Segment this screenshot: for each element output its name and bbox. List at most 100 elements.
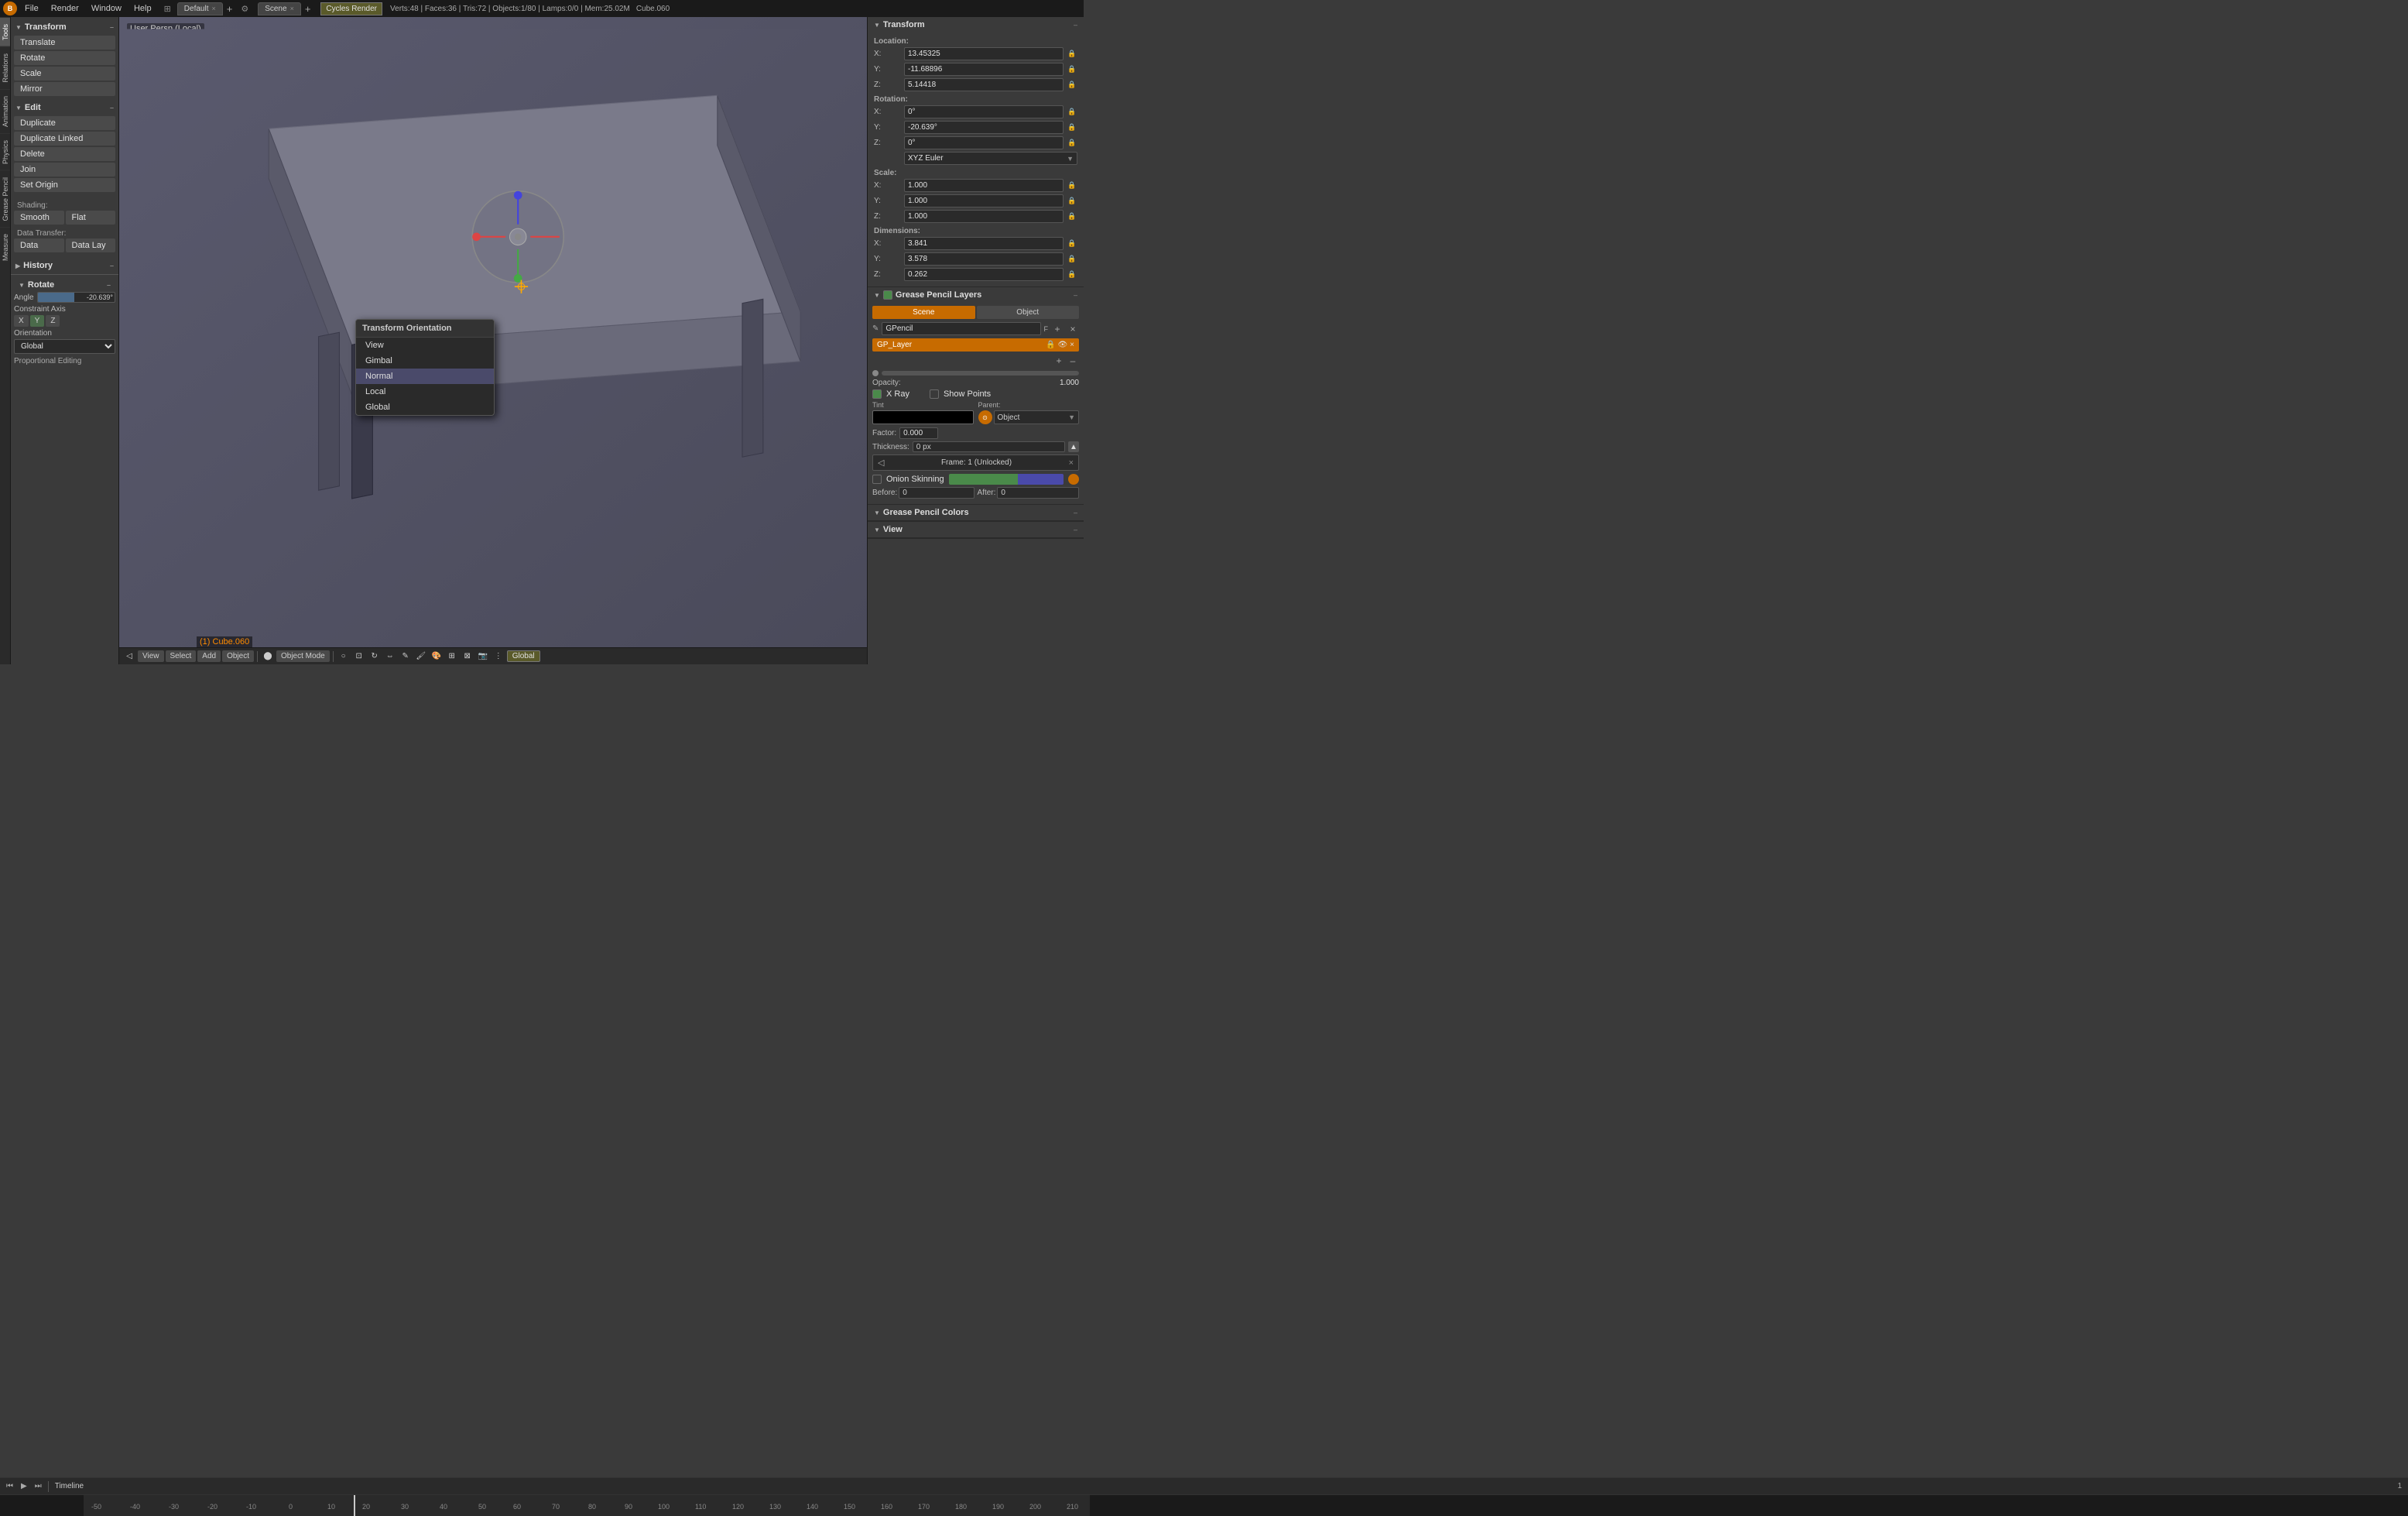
rot-icon[interactable]: ↻: [368, 650, 382, 664]
duplicate-btn[interactable]: Duplicate: [14, 116, 115, 130]
gp-colors-header[interactable]: ▼ Grease Pencil Colors –: [868, 505, 1084, 521]
menu-window[interactable]: Window: [87, 2, 126, 15]
gp-layer-row[interactable]: GP_Layer 🔒 👁 ×: [872, 338, 1079, 352]
dim-z-lock[interactable]: 🔒: [1067, 270, 1077, 279]
history-header[interactable]: ▶ History –: [11, 259, 118, 273]
dim-z-value[interactable]: 0.262: [904, 268, 1064, 281]
tab-scene[interactable]: Scene ×: [258, 2, 301, 15]
gp-pencil-icon[interactable]: ✎: [872, 324, 879, 333]
tint-color-swatch[interactable]: [872, 410, 974, 424]
frame-add-icon[interactable]: ◁: [878, 458, 884, 468]
rotate-btn[interactable]: Rotate: [14, 51, 115, 65]
layer-eye-icon[interactable]: 👁: [1057, 341, 1067, 349]
x-ray-checkbox[interactable]: [872, 389, 882, 399]
join-btn[interactable]: Join: [14, 163, 115, 177]
view-pin[interactable]: –: [1074, 526, 1077, 533]
scale-x-value[interactable]: 1.000: [904, 179, 1064, 192]
loc-y-value[interactable]: -11.68896: [904, 63, 1064, 76]
gp-move-up-btn[interactable]: +: [1053, 355, 1065, 367]
brush-icon[interactable]: 🖌: [414, 650, 428, 664]
data-lay-btn[interactable]: Data Lay: [66, 238, 116, 252]
gp-pencil-remove-btn[interactable]: ×: [1067, 323, 1079, 335]
rot-x-lock[interactable]: 🔒: [1067, 108, 1077, 116]
onion-icon[interactable]: [1068, 474, 1079, 485]
timeline-end-btn[interactable]: ⏭: [32, 1481, 45, 1491]
mirror-btn[interactable]: Mirror: [14, 82, 115, 96]
translate-btn[interactable]: Translate: [14, 36, 115, 50]
loc-x-lock[interactable]: 🔒: [1067, 50, 1077, 58]
layer-lock-icon[interactable]: 🔒: [1046, 341, 1055, 349]
opacity-bar[interactable]: [882, 371, 1079, 376]
timeline-icon[interactable]: ⏮: [3, 1481, 16, 1491]
edit-header[interactable]: ▼ Edit –: [11, 101, 118, 115]
dim-y-lock[interactable]: 🔒: [1067, 255, 1077, 263]
rot-y-value[interactable]: -20.639°: [904, 121, 1064, 134]
transform-pin-icon[interactable]: –: [110, 23, 114, 31]
frame-close-icon[interactable]: ×: [1069, 458, 1074, 468]
tab-default[interactable]: Default ×: [177, 2, 223, 15]
after-value[interactable]: 0: [997, 487, 1079, 499]
render-icon[interactable]: ⊠: [461, 650, 474, 664]
duplicate-linked-btn[interactable]: Duplicate Linked: [14, 132, 115, 146]
frame-icon[interactable]: ⊞: [445, 650, 459, 664]
axis-y-btn[interactable]: Y: [30, 315, 45, 327]
popup-item-global[interactable]: Global: [356, 400, 494, 415]
camera-icon[interactable]: 📷: [476, 650, 490, 664]
axis-x-btn[interactable]: X: [14, 315, 29, 327]
left-tab-physics[interactable]: Physics: [0, 133, 10, 170]
viewport[interactable]: User Persp (Local): [119, 17, 867, 664]
history-pin-icon[interactable]: –: [110, 262, 114, 269]
prop-transform-header[interactable]: ▼ Transform –: [868, 17, 1084, 33]
gp-colors-pin[interactable]: –: [1074, 509, 1077, 516]
snap-icon[interactable]: ⊡: [352, 650, 366, 664]
layer-x-icon[interactable]: ×: [1070, 341, 1074, 349]
dim-x-lock[interactable]: 🔒: [1067, 239, 1077, 248]
loc-z-lock[interactable]: 🔒: [1067, 81, 1077, 89]
transform-header[interactable]: ▼ Transform –: [11, 20, 118, 34]
scale-btn[interactable]: Scale: [14, 67, 115, 81]
axis-z-btn[interactable]: Z: [46, 315, 60, 327]
gp-layers-header[interactable]: ▼ Grease Pencil Layers –: [868, 287, 1084, 303]
gp-move-down-btn[interactable]: –: [1067, 355, 1079, 367]
rot-z-lock[interactable]: 🔒: [1067, 139, 1077, 147]
toggle-left-panel-icon[interactable]: ◁: [122, 650, 136, 664]
left-tab-animation[interactable]: Animation: [0, 89, 10, 133]
rot-mode-value[interactable]: XYZ Euler ▼: [904, 152, 1077, 165]
gp-layers-checkbox[interactable]: [883, 290, 892, 300]
thickness-up-btn[interactable]: ▲: [1068, 441, 1079, 452]
angle-slider[interactable]: -20.639°: [37, 292, 115, 303]
view-btn[interactable]: View: [138, 650, 164, 662]
popup-item-normal[interactable]: Normal: [356, 369, 494, 384]
factor-value[interactable]: 0.000: [899, 427, 938, 439]
gp-tab-scene[interactable]: Scene: [872, 306, 975, 319]
popup-item-local[interactable]: Local: [356, 384, 494, 400]
scale-y-value[interactable]: 1.000: [904, 194, 1064, 208]
scene-close[interactable]: ×: [290, 5, 294, 12]
rot-z-value[interactable]: 0°: [904, 136, 1064, 149]
loc-x-value[interactable]: 13.45325: [904, 47, 1064, 60]
gp-pencil-name-field[interactable]: [882, 322, 1040, 335]
popup-item-gimbal[interactable]: Gimbal: [356, 353, 494, 369]
global-btn[interactable]: Global: [507, 650, 540, 662]
loc-z-value[interactable]: 5.14418: [904, 78, 1064, 91]
left-tab-grease-pencil[interactable]: Grease Pencil: [0, 170, 10, 228]
delete-btn[interactable]: Delete: [14, 147, 115, 161]
prop-transform-pin[interactable]: –: [1074, 21, 1077, 29]
play-btn[interactable]: ▶: [18, 1481, 30, 1491]
scale-z-value[interactable]: 1.000: [904, 210, 1064, 223]
dim-y-value[interactable]: 3.578: [904, 252, 1064, 266]
parent-field[interactable]: Object ▼: [994, 410, 1080, 424]
more-icon[interactable]: ⋮: [492, 650, 505, 664]
gp-layers-pin[interactable]: –: [1074, 291, 1077, 299]
onion-checkbox[interactable]: [872, 475, 882, 484]
object-btn[interactable]: Object: [222, 650, 254, 662]
select-btn[interactable]: Select: [166, 650, 197, 662]
parent-type-icon[interactable]: ⊙: [978, 410, 992, 424]
add-btn[interactable]: Add: [197, 650, 221, 662]
popup-item-view[interactable]: View: [356, 338, 494, 353]
pencil-icon[interactable]: ✎: [399, 650, 413, 664]
loc-y-lock[interactable]: 🔒: [1067, 65, 1077, 74]
paint-icon[interactable]: 🎨: [430, 650, 444, 664]
add-scene[interactable]: +: [303, 3, 313, 15]
gp-layer-add-btn[interactable]: +: [1051, 323, 1064, 335]
